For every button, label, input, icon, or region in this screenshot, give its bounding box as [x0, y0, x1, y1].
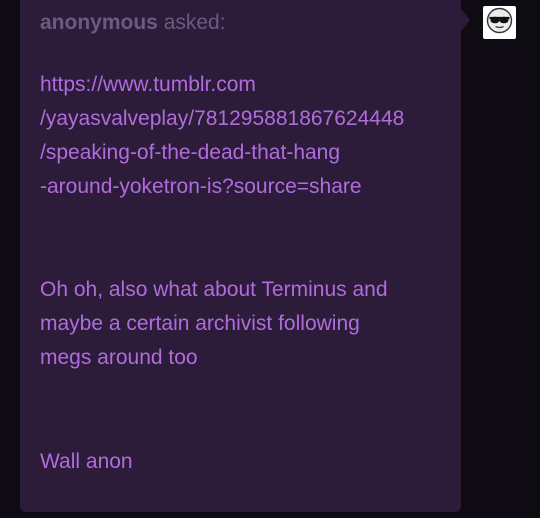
link-line[interactable]: /yayasvalveplay/781295881867624448 [40, 106, 404, 132]
avatar[interactable] [483, 6, 516, 39]
link-line[interactable]: -around-yoketron-is?source=share [40, 174, 362, 200]
message-line: Oh oh, also what about Terminus and [40, 278, 388, 301]
asker-name[interactable]: anonymous [40, 11, 158, 34]
message-line: maybe a certain archivist following [40, 312, 360, 335]
sunglasses-face-icon [486, 7, 513, 39]
link-line[interactable]: https://www.tumblr.com [40, 72, 256, 98]
signoff-line: Wall anon [40, 450, 133, 473]
bubble-tail [461, 9, 470, 31]
link-line[interactable]: /speaking-of-the-dead-that-hang [40, 140, 340, 166]
ask-bubble: anonymous asked: https://www.tumblr.com … [20, 0, 461, 512]
asked-label: asked: [163, 11, 226, 34]
message-line: megs around too [40, 346, 198, 369]
asker-line: anonymous asked: [40, 10, 226, 36]
